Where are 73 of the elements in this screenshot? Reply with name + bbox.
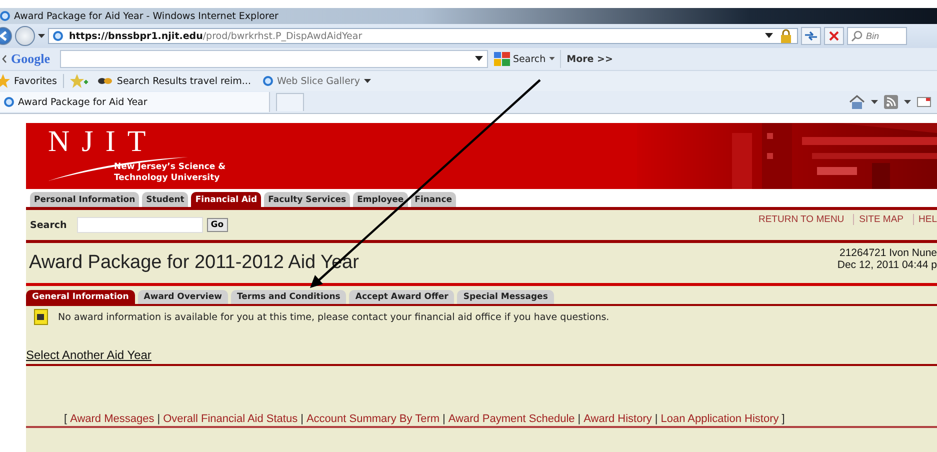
caret-icon[interactable]	[38, 34, 45, 38]
separator: |	[654, 413, 658, 425]
nav-tab[interactable]: Student	[142, 192, 188, 207]
window-title: Award Package for Aid Year - Windows Internet Explorer	[14, 10, 278, 22]
go-button[interactable]: Go	[206, 218, 228, 232]
colored-squares-icon	[494, 52, 510, 66]
stop-button[interactable]	[824, 27, 844, 45]
footer-link[interactable]: Award History	[584, 413, 652, 425]
footer-link[interactable]: Award Messages	[70, 413, 154, 425]
note-icon	[34, 309, 48, 325]
refresh-button[interactable]	[801, 27, 821, 45]
favorites-button[interactable]: Favorites	[0, 74, 57, 88]
nav-tab[interactable]: Employee	[353, 192, 408, 207]
caret-icon	[364, 78, 371, 84]
url-text: https://bnssbpr1.njit.edu/prod/bwrkrhst.P_DispAwdAidYear	[69, 30, 362, 42]
search-box[interactable]: Bin	[847, 27, 907, 45]
footer-link[interactable]: Account Summary By Term	[306, 413, 440, 425]
bracket: [	[64, 413, 68, 425]
google-logo: Google	[11, 51, 50, 67]
caret-icon[interactable]	[904, 100, 911, 104]
mail-icon[interactable]	[917, 97, 931, 107]
favorite-link[interactable]: Search Results travel reim...	[94, 76, 254, 86]
binoculars-icon	[96, 76, 113, 86]
info-message: No award information is available for you at this time, please contact your financial aid office if you have questions.	[58, 312, 610, 322]
nav-tab[interactable]: Finance	[410, 192, 456, 207]
separator: |	[442, 413, 446, 425]
nav-tab[interactable]: Faculty Services	[264, 192, 350, 207]
page-icon	[4, 97, 14, 107]
footer-link[interactable]: Award Payment Schedule	[448, 413, 575, 425]
logo-letters: NJIT	[48, 125, 158, 159]
select-aid-year-link[interactable]: Select Another Aid Year	[26, 348, 152, 362]
section-tab[interactable]: Special Messages	[457, 290, 554, 304]
more-button[interactable]: More >>	[564, 50, 618, 68]
caret-icon[interactable]	[871, 100, 878, 104]
caret-icon	[548, 57, 555, 61]
section-tab[interactable]: Award Overview	[138, 290, 228, 304]
section-tab[interactable]: Terms and Conditions	[230, 290, 346, 304]
chevron-icon[interactable]	[2, 55, 7, 63]
page-icon	[262, 76, 273, 86]
dropdown-icon[interactable]	[475, 56, 483, 62]
bracket: ]	[782, 413, 785, 425]
dropdown-icon[interactable]	[765, 33, 773, 39]
browser-tab[interactable]: Award Package for Aid Year	[0, 92, 270, 112]
separator: |	[300, 413, 304, 425]
top-link[interactable]: RETURN TO MENU	[753, 214, 850, 225]
search-label: Search	[30, 220, 67, 230]
add-favorite-icon[interactable]	[70, 74, 88, 88]
user-info: 21264721 Ivon Nune	[840, 247, 937, 259]
footer-link[interactable]: Overall Financial Aid Status	[163, 413, 298, 425]
favorite-link[interactable]: Web Slice Gallery	[260, 76, 374, 86]
star-icon	[0, 74, 10, 88]
google-search-field[interactable]	[60, 50, 488, 68]
google-search-button[interactable]: Search	[492, 50, 561, 68]
section-tab[interactable]: General Information	[26, 290, 135, 304]
close-icon	[829, 31, 839, 41]
nav-tab[interactable]: Personal Information	[30, 192, 140, 207]
section-tab[interactable]: Accept Award Offer	[349, 290, 454, 304]
refresh-icon	[804, 31, 818, 41]
page-icon	[53, 31, 63, 41]
browser-icon	[0, 11, 10, 21]
nav-tab[interactable]: Financial Aid	[191, 192, 262, 207]
footer-link[interactable]: Loan Application History	[660, 413, 779, 425]
top-link[interactable]: SITE MAP	[853, 214, 909, 225]
user-info: Dec 12, 2011 04:44 p	[837, 259, 937, 271]
search-icon	[851, 30, 863, 42]
lock-icon[interactable]	[779, 29, 793, 43]
address-field[interactable]: https://bnssbpr1.njit.edu/prod/bwrkrhst.P_DispAwdAidYear	[48, 28, 798, 44]
separator: |	[578, 413, 581, 425]
home-icon[interactable]	[849, 95, 865, 109]
search-field[interactable]	[76, 217, 203, 233]
separator: |	[157, 413, 160, 425]
feed-icon[interactable]	[884, 95, 898, 109]
top-link[interactable]: HEL	[912, 214, 937, 225]
